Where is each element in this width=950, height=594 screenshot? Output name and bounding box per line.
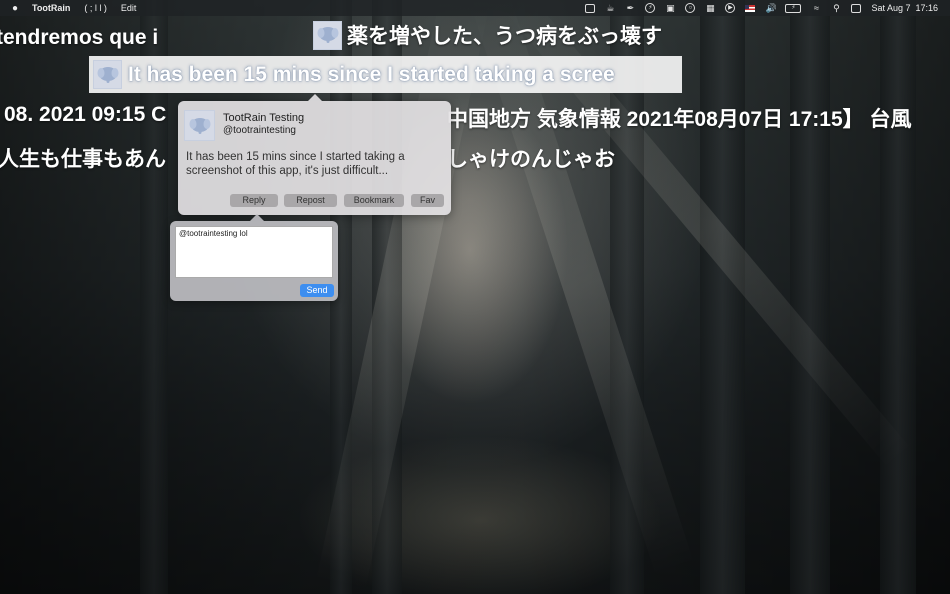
floating-toot[interactable]: 中国地方 気象情報 2021年08月07日 17:15】 台風 <box>447 103 911 133</box>
floating-toot-text: 薬を増やした、うつ病をぶっ壊す <box>347 25 662 48</box>
toot-actions: Reply Repost Bookmark Fav <box>178 194 451 208</box>
floating-toot[interactable]: 人生も仕事もあん <box>0 143 166 173</box>
floating-toot[interactable]: 08. 2021 09:15 C <box>4 103 166 127</box>
avatar <box>184 110 215 141</box>
volume-icon[interactable]: 🔊 <box>765 3 776 13</box>
avatar <box>313 20 342 50</box>
floating-toot[interactable]: しゃけのんじゃお <box>447 143 615 173</box>
floating-toot[interactable]: 薬を増やした、うつ病をぶっ壊す <box>313 20 662 50</box>
menu-datetime[interactable]: Sat Aug 7 17:16 <box>871 3 938 13</box>
toot-body: It has been 15 mins since I started taki… <box>186 151 405 177</box>
reply-input[interactable]: @tootraintesting lol <box>175 226 333 278</box>
toot-display-name: TootRain Testing <box>223 112 305 124</box>
elephant-icon <box>189 117 210 134</box>
coffee-icon[interactable]: ☕ <box>605 3 615 13</box>
pen-icon[interactable]: ✒ <box>625 3 635 13</box>
flag-icon[interactable] <box>745 4 756 12</box>
bolt-icon[interactable]: ⚡ <box>645 3 656 13</box>
highlighted-toot-text: It has been 15 mins since I started taki… <box>128 62 615 86</box>
network-icon[interactable]: ▦ <box>705 3 715 13</box>
repost-button[interactable]: Repost <box>284 194 337 207</box>
search-icon[interactable]: ⚲ <box>831 3 841 13</box>
floating-toot[interactable]: tendremos que i <box>0 26 158 50</box>
elephant-icon <box>97 66 118 83</box>
tree-trunk <box>880 0 916 594</box>
fav-button[interactable]: Fav <box>411 194 444 207</box>
battery-icon[interactable]: ⚡ <box>785 3 802 13</box>
toot-popover: TootRain Testing @tootraintesting It has… <box>178 94 451 215</box>
bookmark-button[interactable]: Bookmark <box>344 194 404 207</box>
reply-button[interactable]: Reply <box>230 194 278 207</box>
elephant-icon <box>317 27 338 43</box>
database-icon[interactable]: ▣ <box>665 3 675 13</box>
highlighted-toot[interactable]: It has been 15 mins since I started taki… <box>89 56 682 93</box>
toot-handle: @tootraintesting <box>223 125 296 136</box>
menu-app-name[interactable]: TootRain <box>32 3 70 13</box>
send-button[interactable]: Send <box>300 284 334 297</box>
circle-icon[interactable]: ○ <box>685 3 696 13</box>
avatar <box>93 60 122 89</box>
reply-popover: @tootraintesting lol Send <box>170 214 338 301</box>
tree-trunk <box>700 0 745 594</box>
wifi-icon[interactable]: ≈ <box>811 3 821 13</box>
menu-item-edit[interactable]: Edit <box>121 3 137 13</box>
menu-bar: ● TootRain ( ; l l ) Edit ☕ ✒ ⚡ ▣ ○ ▦ ▶ … <box>0 0 950 16</box>
control-center-icon[interactable] <box>851 3 862 13</box>
apple-icon[interactable]: ● <box>12 3 18 14</box>
screen-icon[interactable] <box>585 3 596 13</box>
play-icon[interactable]: ▶ <box>725 3 736 13</box>
menu-item-emoticon[interactable]: ( ; l l ) <box>84 3 107 13</box>
tree-trunk <box>790 0 830 594</box>
